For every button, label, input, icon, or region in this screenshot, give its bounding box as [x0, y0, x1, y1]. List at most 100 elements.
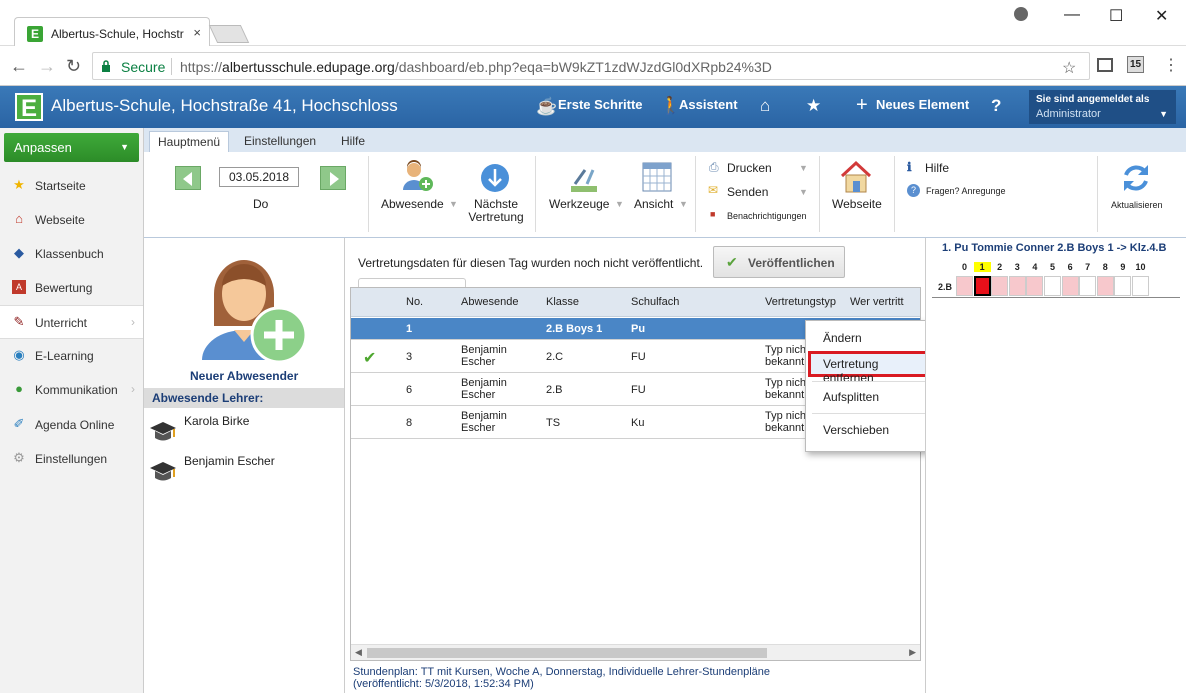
tab-hauptmenue[interactable]: Hauptmenü [149, 131, 230, 152]
column-header[interactable]: Schulfach [631, 296, 679, 308]
column-header[interactable]: Vertretungstyp [765, 296, 836, 308]
favorites-star-icon[interactable]: ★ [806, 96, 821, 116]
period-cell[interactable] [1044, 276, 1061, 296]
period-cell[interactable] [1096, 276, 1114, 296]
sidebar-item-webseite[interactable]: ⌂ Webseite [0, 203, 143, 237]
column-header[interactable]: Abwesende [461, 296, 519, 308]
sidebar-item-bewertung[interactable]: A Bewertung [0, 271, 143, 305]
back-icon[interactable]: ← [10, 56, 28, 77]
sidebar-item-kommunikation[interactable]: ● Kommunikation › [0, 373, 143, 407]
absent-teachers-panel: Neuer Abwesender Abwesende Lehrer: Karol… [144, 238, 345, 693]
new-tab-button[interactable] [208, 25, 250, 43]
column-header[interactable]: Klasse [546, 296, 579, 308]
chevron-down-icon[interactable]: ▼ [799, 163, 808, 173]
scrollbar-thumb[interactable] [367, 648, 767, 658]
mail-icon: ✉ [708, 183, 719, 197]
column-header[interactable]: Wer vertritt [850, 296, 904, 308]
profile-icon[interactable] [1014, 7, 1028, 21]
period-cell[interactable] [1114, 276, 1132, 296]
sidebar-item-einstellungen[interactable]: ⚙ Einstellungen [0, 442, 143, 476]
day-label: Do [253, 197, 269, 211]
bookmark-star-icon[interactable]: ☆ [1062, 58, 1076, 78]
period-cell[interactable] [1008, 276, 1026, 296]
browser-menu-icon[interactable]: ⋮ [1163, 55, 1179, 75]
list-item[interactable]: Benjamin Escher [148, 452, 343, 486]
url-omnibox[interactable]: Secure https://albertusschule.edupage.or… [92, 52, 1090, 80]
benachrichtigungen-button[interactable]: Benachrichtigungen [727, 211, 807, 221]
home-icon[interactable]: ⌂ [760, 96, 770, 116]
lesson-detail-panel: 1. Pu Tommie Conner 2.B Boys 1 -> Klz.4.… [925, 238, 1186, 693]
chevron-down-icon[interactable]: ▼ [679, 199, 688, 209]
period-cell[interactable] [956, 276, 973, 296]
assistent-link[interactable]: Assistent [679, 97, 738, 112]
new-absent-avatar-icon[interactable] [184, 242, 309, 362]
period-cell[interactable] [991, 276, 1009, 296]
login-dropdown[interactable]: Sie sind angemeldet als Administrator ▼ [1029, 90, 1176, 124]
previous-day-button[interactable] [175, 166, 201, 190]
tab-close-icon[interactable]: × [193, 25, 201, 40]
cast-extension-icon[interactable] [1097, 58, 1113, 72]
sidebar-item-unterricht[interactable]: ✎ Unterricht › [0, 305, 143, 339]
forward-icon[interactable]: → [38, 56, 56, 77]
tools-icon[interactable] [567, 162, 601, 194]
refresh-icon[interactable] [1119, 161, 1153, 195]
neues-element-link[interactable]: Neues Element [876, 97, 969, 112]
edupage-logo[interactable]: E [15, 93, 43, 122]
omnibox-separator [171, 58, 172, 75]
chevron-down-icon[interactable]: ▼ [615, 199, 624, 209]
naechste-vertretung-button[interactable]: Nächste Vertretung [467, 198, 525, 224]
next-day-button[interactable] [320, 166, 346, 190]
erste-schritte-link[interactable]: Erste Schritte [558, 97, 643, 112]
werkzeuge-button[interactable]: Werkzeuge [549, 198, 609, 211]
menu-separator [812, 381, 943, 382]
reload-icon[interactable]: ↻ [66, 56, 81, 77]
tab-hilfe[interactable]: Hilfe [333, 131, 373, 152]
ribbon-separator [819, 156, 820, 232]
minimize-button[interactable]: — [1064, 6, 1080, 24]
list-item[interactable]: Karola Birke [148, 412, 343, 446]
period-cell[interactable] [1132, 276, 1149, 296]
period-cell[interactable] [1026, 276, 1044, 296]
sidebar-item-elearning[interactable]: ◉ E-Learning [0, 339, 143, 373]
help-icon[interactable]: ? [991, 96, 1001, 116]
column-header[interactable]: No. [406, 296, 423, 308]
ansicht-button[interactable]: Ansicht [634, 198, 673, 211]
horizontal-scrollbar[interactable]: ◀ ▶ [351, 644, 920, 660]
period-cell[interactable] [1061, 276, 1079, 296]
period-number: 4 [1032, 262, 1038, 272]
abwesende-button[interactable]: Abwesende [381, 198, 444, 211]
aktualisieren-button[interactable]: Aktualisieren [1111, 200, 1163, 210]
webseite-button[interactable]: Webseite [832, 198, 882, 211]
chevron-down-icon[interactable]: ▼ [799, 187, 808, 197]
sidebar-item-agenda-online[interactable]: ✐ Agenda Online [0, 408, 143, 442]
sidebar-item-klassenbuch[interactable]: ◆ Klassenbuch [0, 237, 143, 271]
period-cell[interactable] [973, 276, 991, 296]
teacher-name: Benjamin Escher [184, 454, 275, 468]
lesson-title: 1. Pu Tommie Conner 2.B Boys 1 -> Klz.4.… [942, 242, 1167, 254]
view-grid-icon[interactable] [642, 162, 672, 192]
drucken-button[interactable]: Drucken [727, 161, 772, 175]
publish-button[interactable]: ✔ Veröffentlichen [713, 246, 845, 278]
date-field[interactable]: 03.05.2018 [219, 167, 299, 187]
tab-einstellungen[interactable]: Einstellungen [236, 131, 324, 152]
anpassen-button[interactable]: Anpassen ▼ [4, 133, 139, 162]
browser-tab[interactable]: E Albertus-Schule, Hochstr × [14, 17, 210, 47]
absent-person-icon[interactable] [400, 160, 436, 194]
left-sidebar: Anpassen ▼ ★ Startseite ⌂ Webseite ◆ Kla… [0, 128, 144, 693]
fragen-link[interactable]: Fragen? Anregunge [926, 186, 1006, 196]
scroll-right-icon[interactable]: ▶ [909, 647, 916, 658]
calendar-extension-icon[interactable]: 15 [1127, 56, 1144, 73]
notification-icon: ■ [710, 209, 716, 219]
neuer-abwesender-label[interactable]: Neuer Abwesender [190, 369, 298, 383]
senden-button[interactable]: Senden [727, 185, 768, 199]
close-window-button[interactable]: ✕ [1155, 6, 1168, 26]
sidebar-item-startseite[interactable]: ★ Startseite [0, 169, 143, 203]
maximize-button[interactable]: ☐ [1109, 6, 1123, 26]
period-cell[interactable] [1079, 276, 1097, 296]
scroll-left-icon[interactable]: ◀ [355, 647, 362, 658]
hilfe-button[interactable]: Hilfe [925, 161, 949, 175]
next-arrow-icon[interactable] [479, 162, 511, 194]
url-text[interactable]: https://albertusschule.edupage.org/dashb… [180, 59, 772, 75]
chevron-down-icon[interactable]: ▼ [449, 199, 458, 209]
website-house-icon[interactable] [839, 160, 873, 194]
